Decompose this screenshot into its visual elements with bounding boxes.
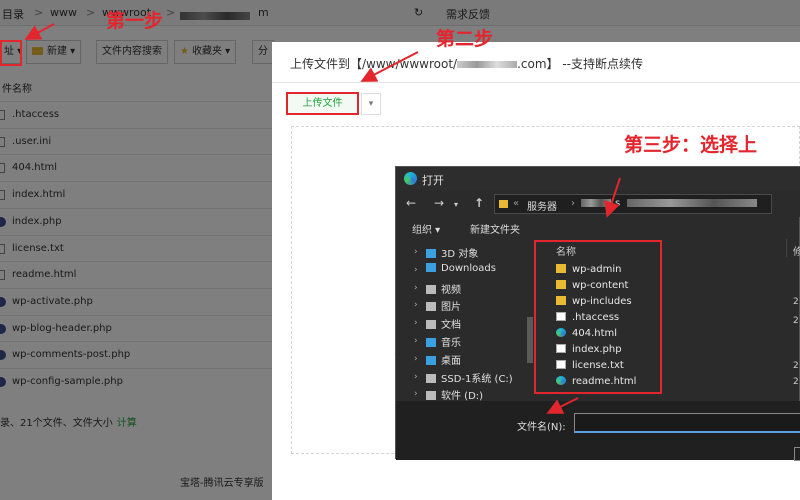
cube-icon	[426, 249, 436, 258]
divider	[272, 82, 800, 83]
address-blurred	[627, 198, 757, 209]
open-dialog-navbar: ← → ▾ ↑ « 服务器 › s	[396, 191, 800, 217]
nav-item[interactable]: 文档	[426, 316, 461, 334]
nav-item-label: 视频	[441, 284, 461, 296]
open-dialog-commandbar: 组织 ▾ 新建文件夹	[396, 217, 800, 239]
address-bar[interactable]: « 服务器 › s	[494, 194, 772, 214]
date-modified: 2	[793, 297, 799, 307]
step3-highlight-box	[534, 240, 662, 394]
filename-label: 文件名(N):	[517, 422, 566, 433]
desktop-icon	[426, 355, 436, 365]
drive-icon	[426, 373, 436, 383]
address-server: 服务器	[527, 202, 557, 213]
drive-icon	[426, 391, 436, 401]
nav-item[interactable]: 图片	[426, 298, 461, 316]
expand-chevron-icon[interactable]: ›	[414, 318, 418, 328]
address-sep: ›	[571, 198, 575, 209]
new-folder-button[interactable]: 新建文件夹	[470, 221, 520, 236]
address-blurred	[581, 198, 611, 209]
expand-chevron-icon[interactable]: ›	[414, 372, 418, 382]
open-dialog-title: 打开	[422, 174, 444, 187]
back-icon[interactable]: ←	[406, 196, 416, 210]
nav-item-label: 桌面	[441, 355, 461, 367]
folder-icon	[499, 200, 508, 208]
expand-chevron-icon[interactable]: ›	[414, 354, 418, 364]
nav-item-label: 文档	[441, 320, 461, 332]
open-button[interactable]	[794, 447, 800, 461]
step3-annotation: 第三步：选择上	[624, 134, 758, 156]
expand-chevron-icon[interactable]: ›	[414, 247, 418, 257]
address-site: s	[615, 198, 621, 209]
nav-item[interactable]: SSD-1系统 (C:)	[426, 370, 513, 388]
nav-item[interactable]: 3D 对象	[426, 245, 478, 263]
upload-options-dropdown[interactable]: ▾	[361, 93, 381, 115]
open-dialog-footer: 文件名(N):	[396, 401, 800, 461]
nav-item[interactable]: 桌面	[426, 352, 461, 370]
upload-dialog-title: 上传文件到【/www/wwwroot/.com】 --支持断点续传	[290, 57, 643, 71]
nav-item[interactable]: 视频	[426, 281, 461, 299]
column-divider	[786, 239, 787, 257]
expand-chevron-icon[interactable]: ›	[414, 265, 418, 275]
address-sep: «	[513, 198, 520, 209]
expand-chevron-icon[interactable]: ›	[414, 389, 418, 399]
picture-icon	[426, 302, 436, 312]
video-icon	[426, 284, 436, 294]
nav-item[interactable]: Downloads	[426, 262, 496, 281]
download-icon	[426, 262, 436, 272]
chevron-down-icon: ▾	[368, 99, 374, 109]
nav-item-label: 音乐	[441, 338, 461, 349]
step1-annotation: 第一步	[106, 10, 164, 32]
navigation-pane: 3D 对象 › Downloads › 视频 › 图片 › 文档 › 音乐 › 桌面 › SSD-1系统 (…	[396, 239, 536, 402]
step2-highlight-box	[286, 92, 359, 115]
nav-item-label: 3D 对象	[441, 249, 479, 260]
history-dropdown-icon[interactable]: ▾	[454, 200, 458, 209]
date-modified: 2	[793, 377, 799, 387]
document-icon	[426, 320, 436, 330]
nav-scroll-thumb[interactable]	[527, 317, 533, 363]
music-icon	[426, 338, 436, 347]
step1-highlight-box	[0, 40, 22, 66]
column-modified-header[interactable]: 修	[793, 243, 800, 258]
date-modified: 2	[793, 361, 799, 371]
step2-annotation: 第二步	[436, 28, 494, 50]
organize-menu[interactable]: 组织 ▾	[412, 221, 440, 236]
up-icon[interactable]: ↑	[474, 196, 484, 210]
open-dialog-titlebar: 打开	[396, 167, 800, 191]
nav-item[interactable]: 音乐	[426, 334, 461, 352]
expand-chevron-icon[interactable]: ›	[414, 300, 418, 310]
filename-input[interactable]	[574, 413, 800, 433]
date-modified: 2	[793, 316, 799, 326]
forward-icon[interactable]: →	[434, 196, 444, 210]
nav-item-label: Downloads	[441, 262, 496, 274]
nav-item-label: 图片	[441, 302, 461, 314]
nav-item-label: SSD-1系统 (C:)	[441, 373, 513, 385]
expand-chevron-icon[interactable]: ›	[414, 283, 418, 293]
edge-icon	[404, 172, 417, 185]
expand-chevron-icon[interactable]: ›	[414, 336, 418, 346]
